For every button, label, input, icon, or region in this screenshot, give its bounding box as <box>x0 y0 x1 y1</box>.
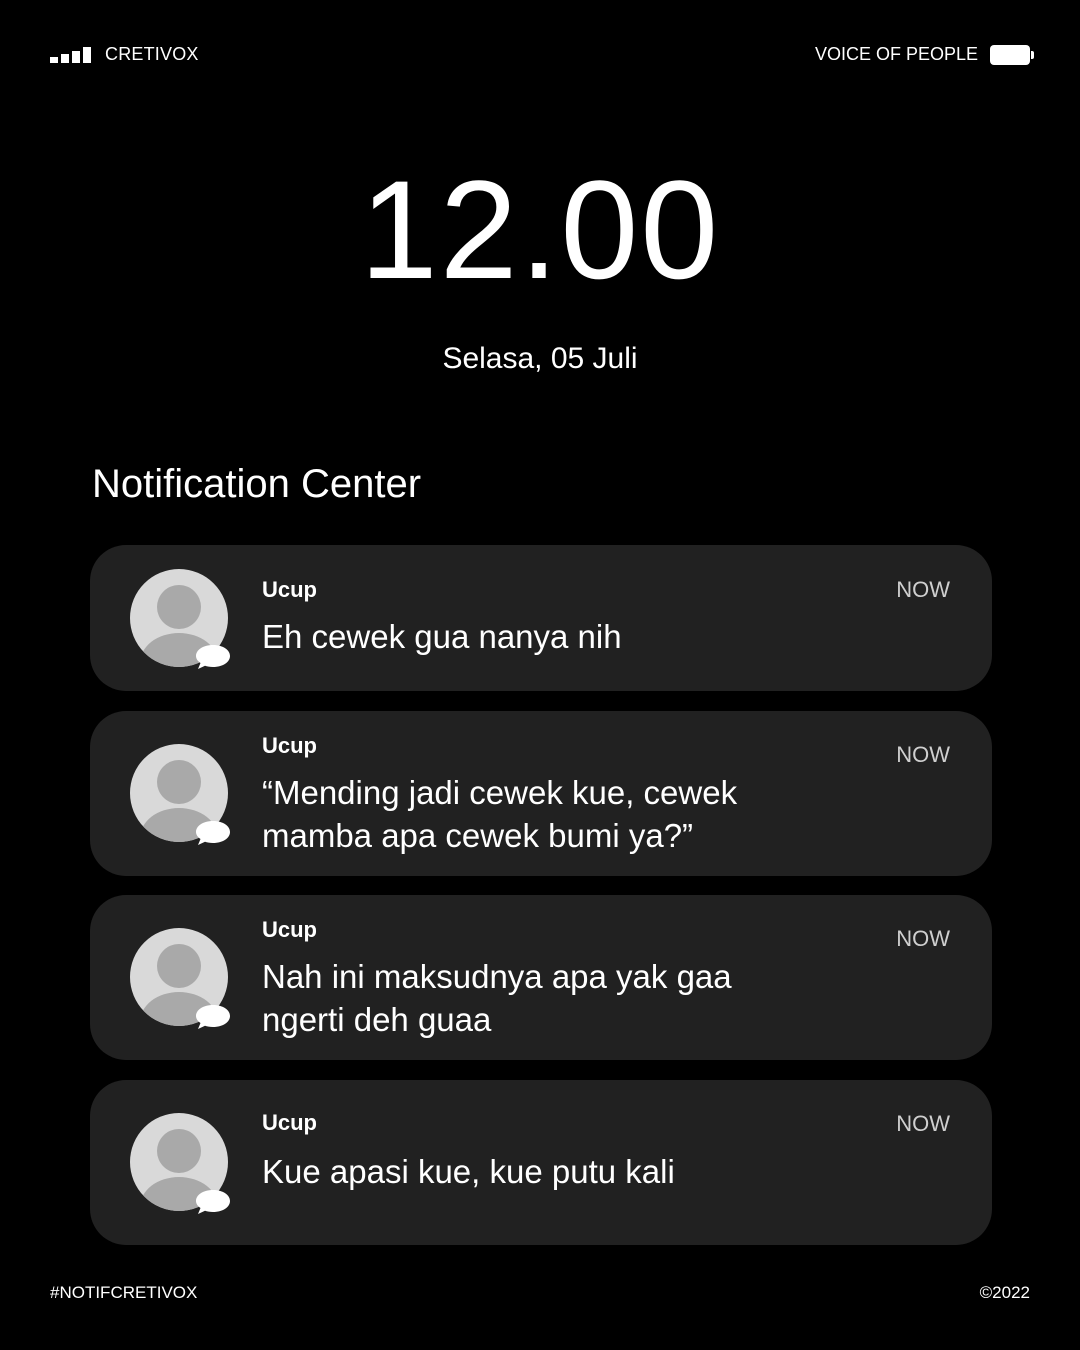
notification-time: NOW <box>896 577 950 602</box>
status-bar-left: CRETIVOX <box>50 44 199 65</box>
clock-date: Selasa, 05 Juli <box>442 342 638 375</box>
lock-screen: CRETIVOX VOICE OF PEOPLE 12.00 Selasa, 0… <box>0 0 1080 1350</box>
notification-sender: Ucup <box>262 733 317 758</box>
signal-bars-icon <box>50 46 91 63</box>
notification-message: “Mending jadi cewek kue, cewek mamba apa… <box>262 774 738 854</box>
notification-card[interactable]: Ucup NOW Kue apasi kue, kue putu kali <box>90 1080 992 1245</box>
chat-bubble-icon <box>196 821 230 845</box>
notification-card[interactable]: Ucup NOW Nah ini maksudnya apa yak gaa n… <box>90 895 992 1060</box>
chat-bubble-icon <box>196 1005 230 1029</box>
notification-time: NOW <box>896 1111 950 1136</box>
chat-bubble-icon <box>196 1190 230 1214</box>
carrier-name: CRETIVOX <box>105 44 199 64</box>
notification-message: Nah ini maksudnya apa yak gaa ngerti deh… <box>262 958 732 1038</box>
notification-time: NOW <box>896 742 950 767</box>
status-bar-right: VOICE OF PEOPLE <box>814 44 1034 65</box>
notification-sender: Ucup <box>262 577 317 602</box>
notification-center-title: Notification Center <box>92 462 422 506</box>
notification-sender: Ucup <box>262 1110 317 1135</box>
footer-hashtag: #NOTIFCRETIVOX <box>50 1283 198 1302</box>
notification-message: Kue apasi kue, kue putu kali <box>262 1153 675 1190</box>
status-label: VOICE OF PEOPLE <box>814 44 978 64</box>
notification-message: Eh cewek gua nanya nih <box>262 618 622 655</box>
footer-copyright: ©2022 <box>979 1283 1030 1302</box>
chat-bubble-icon <box>196 645 230 669</box>
notification-time: NOW <box>896 926 950 951</box>
notification-sender: Ucup <box>262 917 317 942</box>
battery-icon <box>990 44 1034 65</box>
clock-time: 12.00 <box>359 151 721 308</box>
notification-card[interactable]: Ucup NOW “Mending jadi cewek kue, cewek … <box>90 711 992 876</box>
notification-card[interactable]: Ucup NOW Eh cewek gua nanya nih <box>90 545 992 691</box>
